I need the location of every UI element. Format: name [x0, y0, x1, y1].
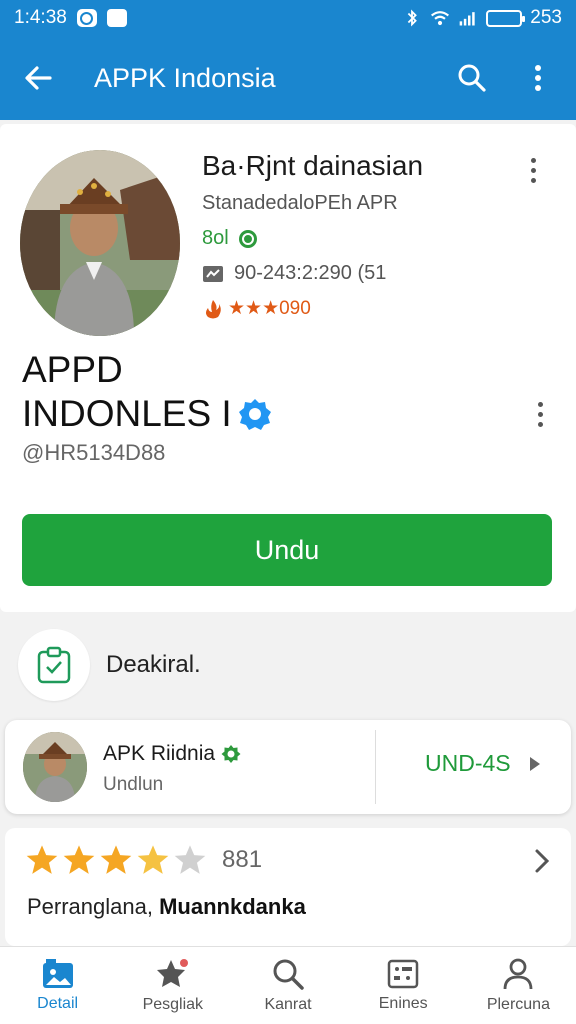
nav-item-plercuna[interactable]: Plercuna: [461, 947, 576, 1024]
app-version: 8ol: [202, 227, 229, 249]
app-avatar: [20, 150, 180, 336]
rating-text-normal: Perranglana,: [27, 894, 153, 919]
big-title-line2: INDONLES I: [22, 393, 232, 434]
nav-label-enines: Enines: [378, 994, 428, 1012]
message-icon: [106, 9, 127, 27]
play-arrow-icon: [529, 756, 540, 771]
detail-icon: [42, 958, 73, 988]
search-button[interactable]: [450, 56, 494, 100]
rating-count: 881: [222, 846, 263, 873]
flame-icon: [206, 299, 221, 318]
chevron-right-icon[interactable]: [533, 848, 551, 874]
description-label: Deakiral.: [106, 651, 201, 678]
rating-text: Perranglana, Muannkdanka: [27, 894, 306, 920]
nav-item-kanrat[interactable]: Kanrat: [230, 947, 345, 1024]
update-icon: [238, 229, 257, 248]
arrow-left-icon: [25, 66, 52, 90]
bottom-navigation: Detail Pesgliak Kanrat Enines Plercuna: [0, 946, 576, 1024]
download-button[interactable]: Undu: [22, 514, 552, 586]
star-filled-icon: [100, 845, 132, 874]
big-title-line1: APPD: [22, 349, 123, 390]
star-filled-icon: [26, 845, 58, 874]
search-icon: [458, 64, 486, 92]
related-app-card[interactable]: APK Riidnia Undlun UND-4S: [5, 720, 571, 814]
app-menu-button[interactable]: [521, 152, 545, 188]
related-app-subtitle: Undlun: [103, 774, 164, 795]
nav-label-pesgliak: Pesgliak: [142, 995, 204, 1013]
app-bar-title: APPK Indonsia: [94, 62, 276, 93]
app-bar: APPK Indonsia: [0, 36, 576, 120]
app-id-text: 90-243:2:290 (51: [234, 262, 387, 284]
rating-card[interactable]: 881 Perranglana, Muannkdanka: [5, 828, 571, 946]
verified-badge-icon: [221, 745, 241, 763]
search-icon: [273, 959, 304, 990]
bluetooth-icon: [408, 9, 418, 27]
more-options-button[interactable]: [516, 56, 560, 100]
rating-stars: 881: [25, 844, 262, 876]
back-button[interactable]: [16, 56, 60, 100]
star-empty-icon: [174, 845, 206, 874]
nav-label-plercuna: Plercuna: [486, 995, 550, 1013]
notification-icon: [76, 9, 97, 27]
status-bar: 1:4:38 253: [0, 0, 576, 36]
wifi-icon: [431, 11, 450, 26]
related-app-download-button[interactable]: UND-4S: [425, 750, 541, 777]
app-name: Ba·Rjnt dainasian: [202, 150, 424, 181]
clipboard-check-icon: [18, 629, 90, 701]
nav-item-pesgliak[interactable]: Pesgliak: [115, 947, 230, 1024]
id-card-icon: [203, 265, 223, 282]
battery-icon: [486, 9, 526, 27]
title-menu-button[interactable]: [528, 396, 552, 432]
related-app-name: APK Riidnia: [103, 742, 216, 765]
star-filled-icon: [63, 845, 95, 874]
person-icon: [504, 958, 533, 989]
nav-label-detail: Detail: [37, 994, 79, 1012]
app-subtitle: StanadedaloPEh APR: [202, 192, 398, 214]
nav-item-detail[interactable]: Detail: [0, 947, 115, 1024]
more-vertical-icon: [535, 65, 541, 91]
nav-item-enines[interactable]: Enines: [346, 947, 461, 1024]
grid-icon: [387, 959, 419, 988]
nav-label-kanrat: Kanrat: [264, 995, 312, 1013]
app-big-title: APPD INDONLES I: [22, 348, 272, 436]
rating-text-bold: Muannkdanka: [159, 894, 306, 919]
star-icon: [156, 958, 188, 987]
description-row[interactable]: Deakiral.: [18, 628, 201, 702]
star-filled-icon: [137, 845, 169, 874]
battery-level: 253: [530, 7, 562, 28]
divider: [375, 730, 376, 804]
related-app-action-label: UND-4S: [425, 750, 511, 776]
verified-badge-icon: [238, 399, 271, 430]
related-app-avatar: [23, 732, 87, 802]
signal-icon: [459, 12, 475, 26]
app-rating-text: ★★★090: [228, 298, 311, 319]
status-time: 1:4:38: [14, 7, 67, 28]
app-handle: @HR5134D88: [22, 440, 166, 465]
